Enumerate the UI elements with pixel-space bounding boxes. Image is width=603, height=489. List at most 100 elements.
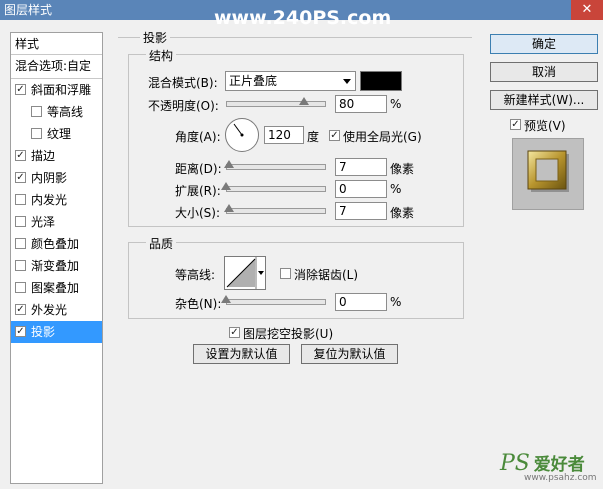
style-item[interactable]: 内发光 <box>11 189 102 211</box>
style-item[interactable]: ✓ 外发光 <box>11 299 102 321</box>
global-light-label: 使用全局光(G) <box>343 130 422 144</box>
noise-label: 杂色(N): <box>175 297 222 311</box>
blend-options-item[interactable]: 混合选项:自定 <box>11 55 102 77</box>
style-item[interactable]: 图案叠加 <box>11 277 102 299</box>
watermark-text: www.240PS.com <box>214 7 392 29</box>
spread-label: 扩展(R): <box>175 184 221 198</box>
structure-title: 结构 <box>146 47 177 64</box>
style-item-label: 斜面和浮雕 <box>31 83 92 97</box>
anti-alias-checkbox[interactable] <box>280 268 291 279</box>
style-item-checkbox[interactable]: ✓ <box>15 326 26 337</box>
style-item-checkbox[interactable]: ✓ <box>15 84 26 95</box>
style-item-label: 等高线 <box>47 105 84 119</box>
style-item-checkbox[interactable]: ✓ <box>15 304 26 315</box>
close-button[interactable]: ✕ <box>571 0 603 20</box>
cancel-button[interactable]: 取消 <box>490 62 598 82</box>
angle-input[interactable]: 120 <box>264 126 304 144</box>
blend-mode-select[interactable]: 正片叠底 <box>225 71 356 91</box>
angle-dial[interactable] <box>225 118 259 152</box>
size-unit: 像素 <box>390 206 415 220</box>
style-item-label: 图案叠加 <box>31 281 80 295</box>
size-label: 大小(S): <box>175 206 221 220</box>
noise-input[interactable]: 0 <box>335 293 387 311</box>
style-item[interactable]: ✓ 内阴影 <box>11 167 102 189</box>
preview-label: 预览(V) <box>524 119 566 133</box>
ok-button[interactable]: 确定 <box>490 34 598 54</box>
distance-slider-thumb[interactable] <box>223 160 234 168</box>
reset-default-button[interactable]: 复位为默认值 <box>301 344 398 364</box>
opacity-input[interactable]: 80 <box>335 95 387 113</box>
style-item-checkbox[interactable]: ✓ <box>15 150 26 161</box>
angle-label: 角度(A): <box>175 130 221 144</box>
contour-label: 等高线: <box>175 268 216 282</box>
style-item[interactable]: 光泽 <box>11 211 102 233</box>
noise-unit: % <box>390 295 402 309</box>
style-item-label: 纹理 <box>47 127 72 141</box>
knockout-label: 图层挖空投影(U) <box>243 327 334 341</box>
new-style-button[interactable]: 新建样式(W)... <box>490 90 598 110</box>
noise-slider-thumb[interactable] <box>221 295 231 303</box>
size-slider-thumb[interactable] <box>223 204 234 212</box>
style-item-label: 描边 <box>31 149 56 163</box>
title-bar: 图层样式 www.240PS.com ✕ <box>0 0 603 29</box>
chevron-down-icon <box>343 79 351 84</box>
style-item-label: 投影 <box>31 325 56 339</box>
style-item[interactable]: ✓ 投影 <box>11 321 102 343</box>
style-item-checkbox[interactable] <box>15 216 26 227</box>
section-title: 投影 <box>140 29 171 46</box>
percent-unit: % <box>390 97 402 111</box>
style-item[interactable]: ✓ 描边 <box>11 145 102 167</box>
style-item-checkbox[interactable] <box>15 194 26 205</box>
angle-unit: 度 <box>307 130 320 144</box>
site-logo: PS 爱好者 www.psahz.com <box>500 450 597 483</box>
spread-input[interactable]: 0 <box>335 180 387 198</box>
style-item-checkbox[interactable] <box>15 238 26 249</box>
size-slider[interactable] <box>226 208 326 214</box>
style-item-checkbox[interactable] <box>15 260 26 271</box>
noise-slider[interactable] <box>226 299 326 305</box>
quality-title: 品质 <box>146 235 177 252</box>
style-item-checkbox[interactable] <box>31 128 42 139</box>
style-item[interactable]: 颜色叠加 <box>11 233 102 255</box>
blend-mode-label: 混合模式(B): <box>148 76 218 90</box>
distance-input[interactable]: 7 <box>335 158 387 176</box>
spread-unit: % <box>390 182 402 196</box>
style-preview <box>512 138 584 210</box>
spread-slider[interactable] <box>226 186 326 192</box>
opacity-label: 不透明度(O): <box>148 99 219 113</box>
style-item[interactable]: ✓ 斜面和浮雕 <box>11 79 102 101</box>
spread-slider-thumb[interactable] <box>221 182 231 190</box>
opacity-slider-thumb[interactable] <box>299 97 310 105</box>
opacity-slider[interactable] <box>226 101 326 107</box>
shadow-color-swatch[interactable] <box>360 71 402 91</box>
knockout-checkbox[interactable]: ✓ <box>229 327 240 338</box>
style-item-checkbox[interactable]: ✓ <box>15 172 26 183</box>
style-item[interactable]: 渐变叠加 <box>11 255 102 277</box>
style-item[interactable]: 等高线 <box>11 101 102 123</box>
style-item-label: 外发光 <box>31 303 68 317</box>
blend-options-label: 混合选项:自定 <box>15 59 92 73</box>
distance-slider[interactable] <box>226 164 326 170</box>
distance-unit: 像素 <box>390 162 415 176</box>
styles-list: 样式 混合选项:自定 ✓ 斜面和浮雕等高线纹理 ✓ 描边 ✓ 内阴影内发光光泽颜色叠加渐变… <box>10 32 103 484</box>
size-input[interactable]: 7 <box>335 202 387 220</box>
style-item[interactable]: 纹理 <box>11 123 102 145</box>
preview-checkbox[interactable]: ✓ <box>510 119 521 130</box>
style-item-label: 颜色叠加 <box>31 237 80 251</box>
set-default-button[interactable]: 设置为默认值 <box>193 344 290 364</box>
angle-needle-icon <box>233 123 244 137</box>
style-item-label: 内阴影 <box>31 171 68 185</box>
gold-frame-preview-icon <box>527 150 569 192</box>
style-item-label: 内发光 <box>31 193 68 207</box>
contour-picker[interactable] <box>224 256 266 290</box>
style-item-label: 渐变叠加 <box>31 259 80 273</box>
logo-text: 爱好者 <box>533 455 585 475</box>
contour-curve-icon <box>226 257 264 289</box>
anti-alias-label: 消除锯齿(L) <box>294 268 359 282</box>
style-item-checkbox[interactable] <box>31 106 42 117</box>
style-item-checkbox[interactable] <box>15 282 26 293</box>
styles-header[interactable]: 样式 <box>15 35 39 52</box>
window-title: 图层样式 <box>4 3 53 17</box>
global-light-checkbox[interactable]: ✓ <box>329 130 340 141</box>
blend-mode-value: 正片叠底 <box>229 74 278 88</box>
